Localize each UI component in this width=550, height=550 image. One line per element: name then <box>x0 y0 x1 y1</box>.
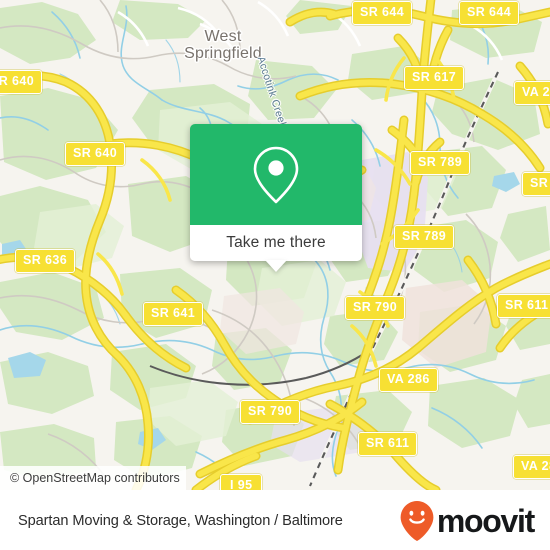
shield-sr-61-right[interactable]: SR 61 <box>522 172 550 196</box>
take-me-there-label: Take me there <box>226 234 326 251</box>
shield-sr-640-left[interactable]: SR 640 <box>0 70 43 94</box>
moovit-brand[interactable]: moovit <box>399 500 535 542</box>
osm-attribution-text: © OpenStreetMap contributors <box>10 471 180 485</box>
shield-sr-789-low[interactable]: SR 789 <box>394 225 455 249</box>
location-title: Spartan Moving & Storage, Washington / B… <box>18 513 343 529</box>
shield-sr-636[interactable]: SR 636 <box>15 249 76 273</box>
map-pin-icon <box>253 146 299 203</box>
shield-sr-611-right[interactable]: SR 611 <box>497 294 550 318</box>
shield-sr-611-low[interactable]: SR 611 <box>358 432 418 456</box>
callout-header <box>190 124 362 225</box>
shield-i-95[interactable]: I 95 <box>220 474 263 490</box>
callout-tail <box>265 260 287 272</box>
moovit-map-screenshot: West Springfield Accotink Creek SR 644 S… <box>0 0 550 550</box>
shield-va-289-top[interactable]: VA 289 <box>514 81 550 105</box>
shield-va-286-right[interactable]: VA 286 <box>513 455 550 479</box>
shield-sr-789-top[interactable]: SR 789 <box>410 151 471 175</box>
callout-footer[interactable]: Take me there <box>190 225 362 272</box>
shield-sr-644-east[interactable]: SR 644 <box>459 1 520 25</box>
shield-sr-641[interactable]: SR 641 <box>143 302 204 326</box>
shield-sr-644-west[interactable]: SR 644 <box>352 1 413 25</box>
shield-sr-790-top[interactable]: SR 790 <box>345 296 406 320</box>
osm-attribution[interactable]: © OpenStreetMap contributors <box>0 466 186 490</box>
bottom-bar: Spartan Moving & Storage, Washington / B… <box>0 490 550 550</box>
take-me-there-callout[interactable]: Take me there <box>190 124 362 272</box>
moovit-wordmark: moovit <box>436 503 535 539</box>
shield-sr-617[interactable]: SR 617 <box>404 66 465 90</box>
shield-sr-640[interactable]: SR 640 <box>65 142 126 166</box>
shield-sr-790-low[interactable]: SR 790 <box>240 400 301 424</box>
shield-va-286[interactable]: VA 286 <box>379 368 438 392</box>
moovit-smiley-pin-icon <box>400 501 434 541</box>
